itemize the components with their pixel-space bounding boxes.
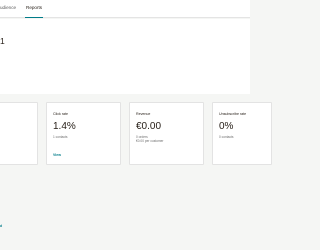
card-label: Click rate: [53, 112, 68, 116]
page-title: 1: [0, 36, 5, 46]
bottom-link[interactable]: d: [0, 224, 2, 229]
stat-card-revenue: Revenue €0.00 0 orders €0.00 per custome…: [129, 102, 204, 165]
view-link[interactable]: View: [53, 153, 61, 158]
top-navigation: udience Reports: [0, 0, 250, 18]
card-detail-secondary: €0.00 per customer: [136, 139, 164, 143]
card-value: 1.4%: [53, 121, 76, 132]
card-detail: 1 contacts: [53, 135, 68, 139]
card-label: Unsubscribe rate: [219, 112, 247, 116]
card-detail: 0 contacts: [219, 135, 234, 139]
card-label: Revenue: [136, 112, 151, 116]
tab-reports[interactable]: Reports: [24, 5, 44, 18]
stat-card-partial: [0, 102, 38, 165]
card-value: 0%: [219, 121, 234, 132]
card-value: €0.00: [136, 121, 162, 132]
stat-card-click-rate: Click rate 1.4% 1 contacts View: [46, 102, 121, 165]
tab-audience[interactable]: udience: [0, 5, 16, 11]
stat-card-unsubscribe-rate: Unsubscribe rate 0% 0 contacts: [212, 102, 272, 165]
report-header: [0, 19, 250, 94]
